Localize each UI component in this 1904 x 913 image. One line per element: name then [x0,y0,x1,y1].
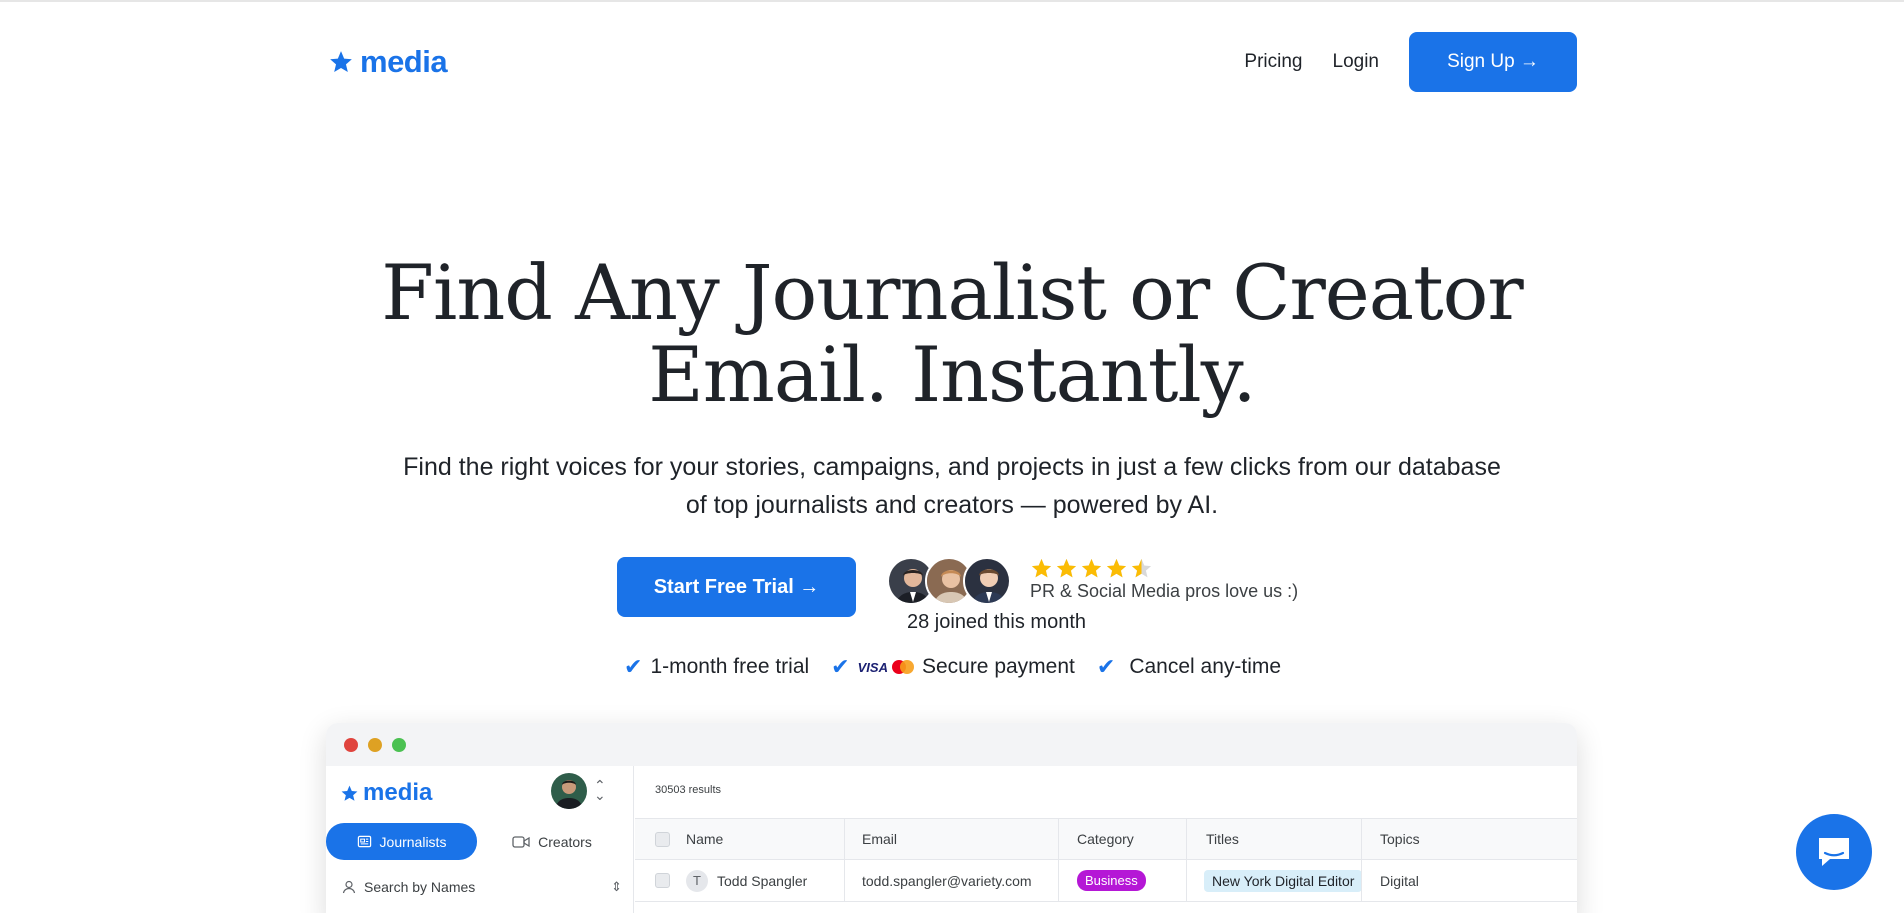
top-nav: media Pricing Login Sign Up → [328,32,1577,92]
tab-creators-label: Creators [538,833,592,850]
table-header: Name Email Category Titles Topics [635,818,1577,860]
chevron-updown-icon[interactable]: ⌃ ⌄ [594,778,606,802]
star-icon [1106,558,1127,578]
results-panel: 30503 results Name Email Category Titles… [635,766,1577,913]
star-icon [1031,558,1052,578]
chat-button[interactable] [1796,814,1872,890]
chevron-updown-icon: ⇕ [611,879,622,894]
free-trial-text: 1-month free trial [650,655,810,678]
tab-journalists[interactable]: Journalists [326,823,477,860]
row-email[interactable]: todd.spangler@variety.com [862,860,1032,901]
hero-subtitle-line2: of top journalists and creators — powere… [685,491,1219,519]
title-badge: New York Digital Editor [1204,869,1363,892]
hero-title-line2: Email. Instantly. [648,330,1256,419]
app-body: media ⌃ ⌄ Journalists Creators Search by … [326,766,1577,913]
star-logo-icon [330,51,352,72]
start-trial-button[interactable]: Start Free Trial → [617,557,856,617]
check-icon: ✔ [1096,654,1116,679]
avatar[interactable] [551,773,587,809]
check-icon: ✔ [831,654,850,679]
hero-subtitle-line1: Find the right voices for your stories, … [403,453,1501,481]
app-preview-window: media ⌃ ⌄ Journalists Creators Search by … [326,723,1577,913]
joined-text: 28 joined this month [907,611,1087,633]
column-titles[interactable]: Titles [1206,819,1239,859]
table-row[interactable]: T Todd Spangler todd.spangler@variety.co… [635,860,1577,902]
start-trial-label: Start Free Trial → [653,575,820,598]
hero-title-line1: Find Any Journalist or Creator [381,248,1523,337]
search-by-names-select[interactable]: Search by Names ⇕ [342,879,622,895]
visa-logo: VISA [857,659,888,675]
trust-badges: ✔ 1-month free trial ✔ VISA Secure payme… [624,654,1281,680]
column-category[interactable]: Category [1077,819,1134,859]
video-icon [512,835,530,848]
chat-icon [1819,838,1849,866]
app-tabs: Journalists Creators [326,823,627,860]
signup-button[interactable]: Sign Up → [1409,32,1577,92]
app-logo-text: media [363,779,433,806]
nav-links: Pricing Login Sign Up → [1244,32,1577,92]
secure-payment-text: Secure payment [921,655,1075,678]
window-titlebar [326,723,1577,766]
site-logo[interactable]: media [328,44,448,80]
row-name: Todd Spangler [717,872,808,889]
avatar [963,557,1011,605]
column-name[interactable]: Name [686,819,723,859]
user-avatars [887,557,1011,605]
hero-subtitle: Find the right voices for your stories, … [340,448,1564,524]
cta-row: Start Free Trial → PR & Social Media pro… [617,557,1298,633]
category-badge: Business [1077,870,1146,891]
column-topics[interactable]: Topics [1380,819,1420,859]
top-border [0,0,1904,2]
star-icon [1056,558,1077,578]
star-icon [1081,558,1102,578]
results-count: 30503 results [655,784,722,796]
tab-creators[interactable]: Creators [477,823,627,860]
pricing-link[interactable]: Pricing [1244,51,1302,73]
star-icon [1131,558,1152,578]
rating-stars [1030,557,1153,580]
newspaper-icon [357,835,371,848]
tab-journalists-label: Journalists [379,833,447,850]
person-icon [342,880,356,894]
app-sidebar: media ⌃ ⌄ Journalists Creators Search by … [326,766,634,913]
logo-text: media [360,44,448,79]
row-checkbox[interactable] [655,873,670,888]
select-all-checkbox[interactable] [655,831,670,847]
star-logo-icon [341,785,358,801]
hero-title: Find Any Journalist or Creator Email. In… [300,252,1604,416]
mastercard-logo [891,660,914,674]
search-by-names-label: Search by Names [364,879,476,895]
maximize-dot [392,737,406,752]
signup-label: Sign Up → [1447,51,1539,72]
cancel-text: Cancel any-time [1129,655,1282,678]
check-icon: ✔ [624,654,643,679]
love-text: PR & Social Media pros love us :) [1030,581,1299,601]
row-topics: Digital [1380,872,1419,889]
login-link[interactable]: Login [1333,51,1380,73]
column-email[interactable]: Email [862,819,897,859]
app-logo: media [340,779,432,807]
minimize-dot [368,737,382,752]
avatar: T [686,869,708,892]
close-dot [344,737,358,752]
